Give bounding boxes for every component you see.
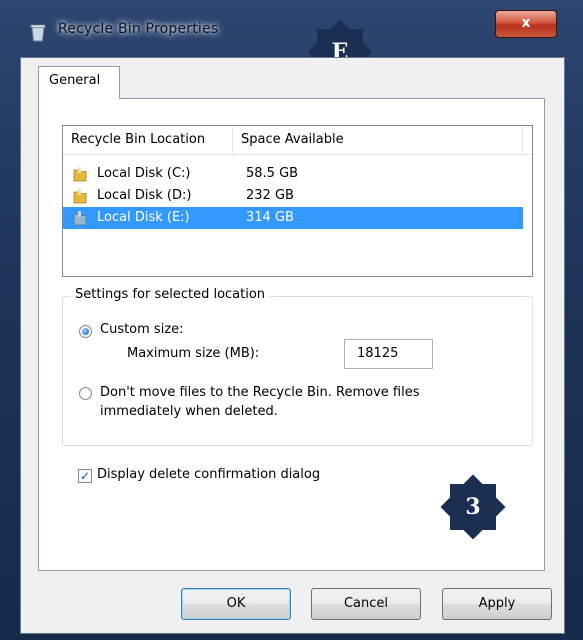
recycle-bin-icon xyxy=(30,24,46,42)
cancel-button[interactable]: Cancel xyxy=(311,588,421,620)
location-name: Local Disk (D:) xyxy=(97,188,192,203)
space-available: 58.5 GB xyxy=(246,166,299,181)
custom-size-radio[interactable] xyxy=(79,325,92,338)
space-available: 314 GB xyxy=(246,210,294,225)
recycle-bin-location-list[interactable]: Recycle Bin Location Space Available Loc… xyxy=(62,125,533,277)
settings-group: Settings for selected location Custom si… xyxy=(62,287,533,446)
dialog-window: Recycle Bin Properties x E General Recyc… xyxy=(0,0,583,640)
title-bar[interactable]: Recycle Bin Properties x xyxy=(0,0,583,58)
dialog-client-area: General Recycle Bin Location Space Avail… xyxy=(20,57,565,634)
window-title: Recycle Bin Properties xyxy=(58,21,219,37)
settings-group-title: Settings for selected location xyxy=(71,287,270,302)
folder-icon xyxy=(73,211,87,226)
dont-move-files-label-line2[interactable]: immediately when deleted. xyxy=(100,404,278,419)
ok-button[interactable]: OK xyxy=(181,588,291,620)
list-item-selected[interactable]: Local Disk (E:) 314 GB xyxy=(63,207,523,229)
custom-size-label[interactable]: Custom size: xyxy=(100,322,184,337)
folder-icon xyxy=(73,167,87,182)
location-name: Local Disk (C:) xyxy=(97,166,191,181)
max-size-label: Maximum size (MB): xyxy=(127,346,260,361)
max-size-input[interactable]: 18125 xyxy=(344,339,433,369)
close-button[interactable]: x xyxy=(495,10,557,38)
list-header: Recycle Bin Location Space Available xyxy=(63,126,532,155)
tab-general[interactable]: General xyxy=(38,66,120,99)
dont-move-files-radio[interactable] xyxy=(79,387,92,400)
list-item[interactable]: Local Disk (D:) 232 GB xyxy=(63,185,523,207)
delete-confirmation-checkbox[interactable]: ✓ xyxy=(78,469,92,483)
dont-move-files-label[interactable]: Don't move files to the Recycle Bin. Rem… xyxy=(100,385,419,400)
column-header-location[interactable]: Recycle Bin Location xyxy=(63,126,233,154)
folder-icon xyxy=(73,189,87,204)
list-item[interactable]: Local Disk (C:) 58.5 GB xyxy=(63,163,523,185)
location-name: Local Disk (E:) xyxy=(97,210,190,225)
space-available: 232 GB xyxy=(246,188,294,203)
delete-confirmation-label[interactable]: Display delete confirmation dialog xyxy=(97,467,320,482)
apply-button[interactable]: Apply xyxy=(442,588,552,620)
column-header-space[interactable]: Space Available xyxy=(233,126,523,154)
badge-3: 3 xyxy=(440,474,506,540)
